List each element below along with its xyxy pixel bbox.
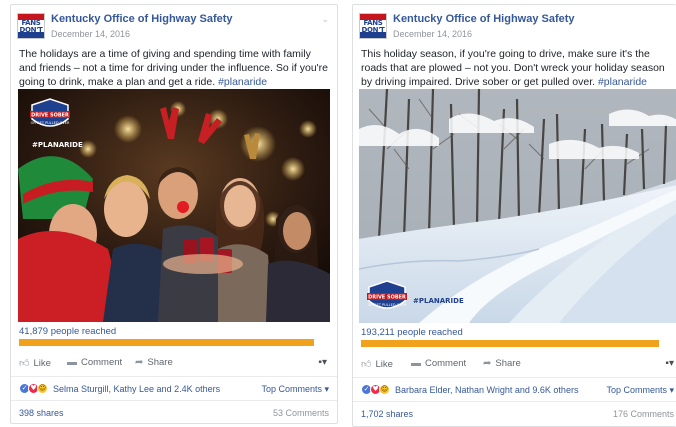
reactions-row: ✓ ♥ ☺ Selma Sturgill, Kathy Lee and 2.4K… bbox=[11, 376, 337, 400]
comment-button[interactable]: ▬ Comment bbox=[411, 358, 466, 369]
top-comments-dropdown[interactable]: Top Comments ▾ bbox=[261, 384, 329, 395]
chevron-down-icon[interactable]: ⌄ bbox=[321, 14, 329, 25]
post-photo[interactable]: DRIVE SOBER OR GET PULLED OVER #PLANARID… bbox=[359, 89, 676, 323]
shares-count[interactable]: 398 shares bbox=[19, 408, 64, 418]
photo-hashtag: #PLANARIDE bbox=[32, 141, 83, 149]
post-photo[interactable]: DRIVE SOBER OR GET PULLED OVER #PLANARID… bbox=[18, 89, 330, 322]
comment-label: Comment bbox=[81, 357, 123, 368]
share-button[interactable]: ➦ Share bbox=[135, 357, 173, 368]
comment-icon: ▬ bbox=[411, 358, 421, 369]
drive-sober-logo: DRIVE SOBER OR GET PULLED OVER bbox=[367, 280, 407, 309]
post-card: FANS DON'T LET FANS Kentucky Office of H… bbox=[352, 4, 676, 427]
svg-text:DRIVE SOBER: DRIVE SOBER bbox=[31, 113, 69, 119]
counts-row: 398 shares 53 Comments bbox=[11, 400, 337, 422]
comment-label: Comment bbox=[425, 358, 467, 369]
comments-count[interactable]: 53 Comments bbox=[273, 408, 329, 418]
share-icon: ➦ bbox=[483, 358, 492, 369]
people-reached[interactable]: 41,879 people reached bbox=[19, 326, 116, 337]
post-date[interactable]: December 14, 2016 bbox=[51, 29, 130, 39]
haha-reaction-icon: ☺ bbox=[379, 384, 390, 395]
share-label: Share bbox=[147, 357, 173, 368]
svg-text:OR GET PULLED OVER: OR GET PULLED OVER bbox=[368, 303, 407, 307]
reactions-row: ✓ ♥ ☺ Barbara Elder, Nathan Wright and 9… bbox=[353, 377, 676, 401]
page-avatar[interactable]: FANS DON'T LET FANS bbox=[17, 13, 45, 39]
comment-button[interactable]: ▬ Comment bbox=[67, 357, 122, 368]
photo-hashtag: #PLANARIDE bbox=[413, 297, 464, 305]
like-button[interactable]: 👍︎ Like bbox=[19, 357, 51, 370]
share-button[interactable]: ➦ Share bbox=[483, 358, 521, 369]
post-text: This holiday season, if you're going to … bbox=[353, 43, 676, 89]
drive-sober-logo: DRIVE SOBER OR GET PULLED OVER bbox=[30, 98, 70, 127]
post-header: FANS DON'T LET FANS Kentucky Office of H… bbox=[11, 5, 337, 43]
haha-reaction-icon: ☺ bbox=[37, 383, 48, 394]
avatar-band bbox=[360, 32, 386, 38]
hashtag-link[interactable]: #planaride bbox=[598, 76, 647, 88]
page-name-link[interactable]: Kentucky Office of Highway Safety bbox=[51, 13, 233, 25]
comment-icon: ▬ bbox=[67, 357, 77, 368]
snow-road-photo: DRIVE SOBER OR GET PULLED OVER #PLANARID… bbox=[359, 89, 676, 323]
hashtag-link[interactable]: #planaride bbox=[218, 76, 267, 88]
post-date[interactable]: December 14, 2016 bbox=[393, 29, 472, 39]
reaction-icons[interactable]: ✓ ♥ ☺ bbox=[361, 384, 390, 395]
like-icon: 👍︎ bbox=[361, 359, 372, 370]
like-button[interactable]: 👍︎ Like bbox=[361, 358, 393, 371]
reaction-icons[interactable]: ✓ ♥ ☺ bbox=[19, 383, 48, 394]
post-card: FANS DON'T LET FANS Kentucky Office of H… bbox=[10, 4, 338, 424]
boost-icon: ▪▾ bbox=[318, 357, 327, 368]
like-label: Like bbox=[375, 358, 393, 370]
post-text: The holidays are a time of giving and sp… bbox=[11, 43, 337, 89]
svg-text:OR GET PULLED OVER: OR GET PULLED OVER bbox=[31, 121, 70, 125]
boost-button[interactable]: ▪▾ bbox=[318, 357, 327, 368]
boost-icon: ▪▾ bbox=[665, 358, 674, 369]
svg-text:DRIVE SOBER: DRIVE SOBER bbox=[368, 295, 406, 301]
post-header: FANS DON'T LET FANS Kentucky Office of H… bbox=[353, 5, 676, 43]
page-avatar[interactable]: FANS DON'T LET FANS bbox=[359, 13, 387, 39]
reach-section: 193,211 people reached bbox=[353, 323, 676, 347]
reach-progress-bar bbox=[19, 339, 314, 346]
post-text-body: The holidays are a time of giving and sp… bbox=[19, 48, 329, 88]
page-name-link[interactable]: Kentucky Office of Highway Safety bbox=[393, 13, 575, 25]
avatar-band bbox=[18, 32, 44, 38]
post-actions: 👍︎ Like ▬ Comment ➦ Share ▪▾ bbox=[353, 351, 676, 377]
shares-count[interactable]: 1,702 shares bbox=[361, 409, 413, 419]
counts-row: 1,702 shares 176 Comments bbox=[353, 401, 676, 423]
reach-progress-bar bbox=[361, 340, 659, 347]
reaction-names[interactable]: Selma Sturgill, Kathy Lee and 2.4K other… bbox=[53, 384, 220, 394]
party-photo: DRIVE SOBER OR GET PULLED OVER #PLANARID… bbox=[18, 89, 330, 322]
top-comments-dropdown[interactable]: Top Comments ▾ bbox=[606, 385, 674, 396]
post-actions: 👍︎ Like ▬ Comment ➦ Share ▪▾ bbox=[11, 350, 337, 376]
comments-count[interactable]: 176 Comments bbox=[613, 409, 674, 419]
reaction-names[interactable]: Barbara Elder, Nathan Wright and 9.6K ot… bbox=[395, 385, 578, 395]
reach-section: 41,879 people reached bbox=[11, 322, 337, 346]
share-icon: ➦ bbox=[135, 357, 144, 368]
boost-button[interactable]: ▪▾ bbox=[665, 358, 674, 369]
share-label: Share bbox=[495, 358, 521, 369]
like-icon: 👍︎ bbox=[19, 358, 30, 369]
like-label: Like bbox=[33, 357, 51, 369]
people-reached[interactable]: 193,211 people reached bbox=[361, 327, 463, 338]
